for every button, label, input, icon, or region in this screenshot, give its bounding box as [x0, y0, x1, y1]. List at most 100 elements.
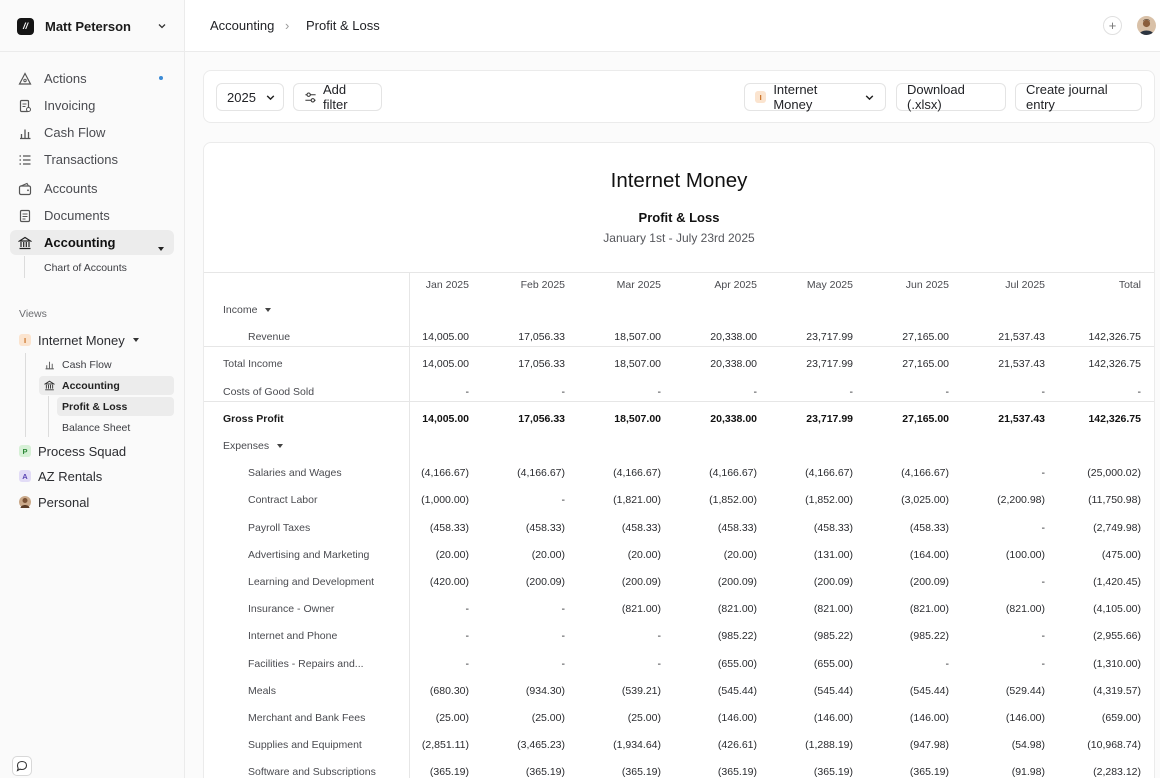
table-cell: -: [945, 657, 950, 670]
row-label: Payroll Taxes: [248, 522, 310, 534]
table-cell: 20,338.00: [710, 331, 757, 344]
wallet-icon: [18, 182, 32, 196]
nav-item-invoicing[interactable]: Invoicing: [10, 93, 174, 118]
table-cell: (25.00): [435, 712, 469, 724]
caret-down-icon: [132, 337, 139, 343]
view-sub-cash-flow[interactable]: Cash Flow: [44, 355, 112, 374]
views-heading: Views: [19, 308, 47, 320]
view-badge: P: [19, 445, 31, 457]
filter-sliders-icon: [304, 91, 317, 104]
table-cell: -: [561, 603, 566, 616]
row-label-text: Salaries and Wages: [248, 467, 342, 480]
create-journal-entry-button[interactable]: Create journal entry: [1015, 82, 1142, 112]
column-header: Jul 2025: [1005, 279, 1045, 291]
row-label: Supplies and Equipment: [248, 739, 362, 751]
report-company: Internet Money: [610, 169, 748, 192]
row-label: Contract Labor: [248, 494, 317, 506]
table-cell: (4,319.57): [1093, 684, 1141, 697]
view-item-personal[interactable]: Personal: [19, 491, 89, 513]
table-cell: (1,000.00): [421, 494, 469, 507]
add-filter-button[interactable]: Add filter: [293, 82, 382, 112]
table-cell: (2,955.66): [1093, 630, 1141, 643]
nav-item-accounting[interactable]: Accounting: [10, 230, 174, 255]
notification-dot: [159, 76, 163, 80]
row-label: Facilities - Repairs and...: [248, 658, 364, 670]
table-cell: 18,507.00: [614, 358, 661, 371]
view-sub-accounting[interactable]: Accounting: [39, 376, 174, 395]
table-cell: (458.33): [525, 521, 565, 534]
row-label-text: Facilities - Repairs and...: [248, 657, 364, 670]
breadcrumb-profit-loss: Profit & Loss: [306, 18, 380, 33]
row-label-text: Total Income: [223, 358, 283, 371]
nav-item-documents[interactable]: Documents: [10, 203, 174, 228]
caret-down-icon: [277, 443, 284, 449]
user-switcher[interactable]: // Matt Peterson: [10, 11, 174, 41]
nav-label: Accounting: [44, 235, 116, 250]
table-cell: (365.19): [429, 766, 469, 778]
row-label: Software and Subscriptions: [248, 766, 376, 778]
table-cell: -: [1041, 521, 1046, 534]
row-label: Meals: [248, 685, 276, 697]
download-xlsx-button[interactable]: Download (.xlsx): [896, 82, 1006, 112]
row-label: Internet and Phone: [248, 630, 337, 642]
chat-button[interactable]: [12, 756, 32, 776]
table-cell: (545.44): [909, 684, 949, 697]
bank-icon: [18, 236, 32, 250]
table-cell: (947.98): [909, 739, 949, 752]
table-cell: (146.00): [1005, 712, 1045, 724]
nav-item-transactions[interactable]: Transactions: [10, 147, 174, 172]
table-cell: (200.09): [909, 576, 949, 588]
table-cell: (4,166.67): [421, 467, 469, 480]
table-cell: -: [561, 494, 566, 507]
table-cell: -: [657, 630, 662, 643]
row-label: Learning and Development: [248, 576, 374, 588]
breadcrumb-accounting[interactable]: Accounting: [210, 18, 274, 33]
table-cell: (54.98): [1011, 739, 1045, 752]
avatar[interactable]: [1137, 16, 1156, 35]
section-header[interactable]: Income: [223, 304, 272, 316]
table-cell: -: [1041, 657, 1046, 670]
view-item-internet-money[interactable]: I Internet Money: [19, 329, 139, 351]
sidebar-item-chart-of-accounts[interactable]: Chart of Accounts: [44, 258, 127, 277]
table-cell: (985.22): [909, 630, 949, 643]
entity-select[interactable]: I Internet Money: [744, 82, 886, 112]
view-item-process-squad[interactable]: P Process Squad: [19, 440, 126, 462]
table-cell: (365.19): [621, 766, 661, 778]
caret-down-icon: [158, 240, 164, 255]
table-cell: (545.44): [813, 684, 853, 697]
view-sub-balance-sheet[interactable]: Balance Sheet: [62, 418, 130, 437]
table-cell: (91.98): [1011, 766, 1045, 778]
nav-item-actions[interactable]: Actions: [10, 66, 174, 91]
row-divider: [204, 346, 1154, 348]
table-cell: (25.00): [531, 712, 565, 724]
table-cell: (365.19): [813, 766, 853, 778]
nav-item-accounts[interactable]: Accounts: [10, 176, 174, 201]
nav-label: Actions: [44, 71, 87, 86]
table-cell: (4,105.00): [1093, 603, 1141, 616]
table-cell: -: [753, 385, 758, 398]
table-cell: -: [561, 385, 566, 398]
add-button[interactable]: +: [1103, 16, 1122, 35]
view-sub-profit-loss[interactable]: Profit & Loss: [57, 397, 174, 416]
section-header[interactable]: Expenses: [223, 440, 284, 452]
view-label: Personal: [38, 494, 90, 510]
row-label-text: Meals: [248, 684, 277, 697]
row-label: Insurance - Owner: [248, 603, 334, 615]
chevron-down-icon: [265, 92, 276, 103]
table-cell: -: [561, 657, 566, 670]
table-cell: 23,717.99: [806, 331, 853, 344]
table-cell: (655.00): [717, 657, 757, 670]
year-select[interactable]: 2025: [216, 83, 284, 111]
row-label: Costs of Good Sold: [223, 386, 314, 398]
table-cell: -: [1041, 467, 1046, 480]
table-cell: 21,537.43: [998, 331, 1045, 344]
nav-item-cash-flow[interactable]: Cash Flow: [10, 120, 174, 145]
table-cell: (1,420.45): [1093, 576, 1141, 588]
view-item-az-rentals[interactable]: A AZ Rentals: [19, 465, 102, 487]
caret-down-icon: [265, 307, 272, 313]
table-cell: (458.33): [717, 521, 757, 534]
view-sub-label: Accounting: [62, 379, 120, 392]
report-title: Profit & Loss: [638, 210, 720, 225]
main-content: 2025 Add filter I Internet Money Downloa…: [185, 52, 1160, 778]
column-header: Jan 2025: [425, 279, 469, 291]
